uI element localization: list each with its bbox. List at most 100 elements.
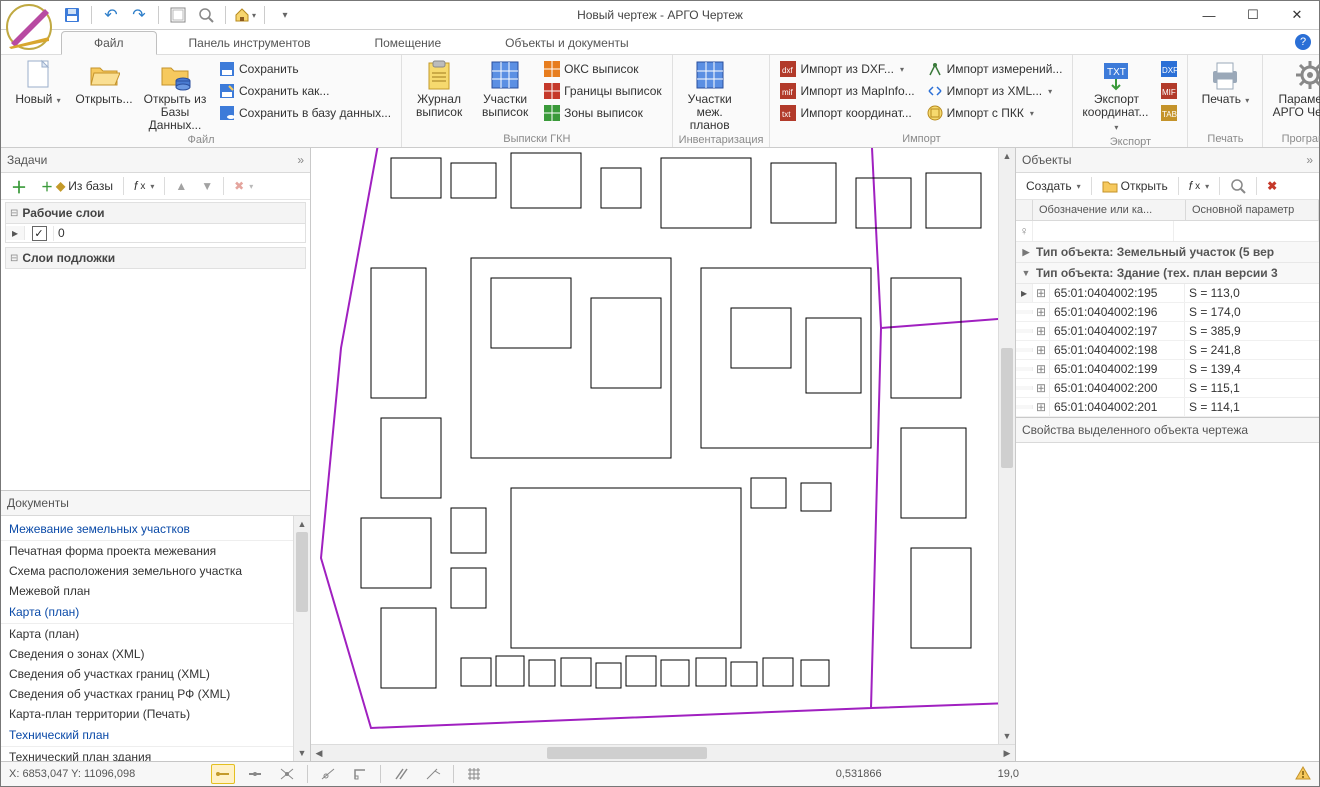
import-dxf-button[interactable]: dxfИмпорт из DXF...▾ (776, 59, 918, 79)
undo-icon[interactable]: ↶ (100, 4, 122, 26)
import-measure-button[interactable]: Импорт измерений... (923, 59, 1067, 79)
print-button[interactable]: Печать ▾ (1194, 57, 1256, 107)
qat-customize-icon[interactable]: ▾ (273, 4, 295, 26)
doclist-scrollbar[interactable]: ▲▼ (293, 516, 310, 761)
find-button[interactable] (1226, 176, 1250, 196)
canvas-hscroll[interactable]: ◀▶ (311, 744, 1015, 761)
redo-icon[interactable]: ↷ (128, 4, 150, 26)
doc-borders-rf-xml[interactable]: Сведения об участках границ РФ (XML) (1, 684, 310, 704)
create-object-button[interactable]: Создать ▾ (1022, 177, 1085, 195)
object-group-2[interactable]: ▼Тип объекта: Здание (тех. план версии 3 (1016, 263, 1319, 284)
ribbon-tabs: Файл Панель инструментов Помещение Объек… (1, 30, 1319, 55)
snap-perpendicular-icon[interactable] (348, 764, 372, 784)
layer-row-0[interactable]: ▸ ✓ 0 (5, 224, 306, 243)
export-dxf-button[interactable]: DXF (1157, 59, 1181, 79)
pin-icon[interactable]: » (1306, 153, 1313, 167)
warning-icon[interactable] (1295, 765, 1311, 784)
move-up-button[interactable]: ▲ (171, 177, 191, 195)
svg-text:TAB: TAB (1162, 110, 1177, 119)
journal-button[interactable]: Журнал выписок (408, 57, 470, 119)
object-row[interactable]: ▸⊞65:01:0404002:195S = 113,0 (1016, 284, 1319, 303)
snap-nearest-icon[interactable] (316, 764, 340, 784)
zoom-extents-icon[interactable] (167, 4, 189, 26)
delete-layer-button[interactable]: ✖ ▾ (230, 177, 257, 195)
delete-object-button[interactable]: ✖ (1263, 177, 1281, 195)
col-designation[interactable]: Обозначение или ка... (1033, 200, 1186, 220)
pin-icon[interactable]: » (297, 153, 304, 167)
tab-objects-docs[interactable]: Объекты и документы (473, 32, 660, 54)
app-icon[interactable] (5, 3, 53, 51)
object-row[interactable]: ⊞65:01:0404002:198S = 241,8 (1016, 341, 1319, 360)
object-row[interactable]: ⊞65:01:0404002:197S = 385,9 (1016, 322, 1319, 341)
move-down-button[interactable]: ▼ (197, 177, 217, 195)
oks-button[interactable]: ОКС выписок (540, 59, 666, 79)
snap-midpoint-icon[interactable] (243, 764, 267, 784)
doc-tech-building[interactable]: Технический план здания (1, 747, 310, 761)
snap-tangent-icon[interactable] (421, 764, 445, 784)
doc-map-territory[interactable]: Карта-план территории (Печать) (1, 704, 310, 724)
work-layers-header[interactable]: Рабочие слои (5, 202, 306, 224)
tab-file[interactable]: Файл (61, 31, 157, 55)
save-db-button[interactable]: Сохранить в базу данных... (215, 103, 395, 123)
fx-button[interactable]: fx ▾ (130, 177, 158, 195)
help-icon[interactable]: ? (1295, 34, 1311, 50)
maximize-button[interactable]: ☐ (1231, 2, 1275, 28)
zoom-window-icon[interactable] (195, 4, 217, 26)
fx-button-right[interactable]: fx ▾ (1185, 177, 1213, 195)
snap-grid-icon[interactable] (462, 764, 486, 784)
settings-button[interactable]: Параметры АРГО Чертеж (1269, 57, 1320, 119)
object-row[interactable]: ⊞65:01:0404002:200S = 115,1 (1016, 379, 1319, 398)
col-param[interactable]: Основной параметр (1186, 200, 1319, 220)
open-db-button[interactable]: Открыть из Базы Данных... (139, 57, 211, 132)
doc-zones-xml[interactable]: Сведения о зонах (XML) (1, 644, 310, 664)
filter-col2[interactable] (1174, 221, 1319, 241)
zones-button[interactable]: Зоны выписок (540, 103, 666, 123)
snap-endpoint-icon[interactable] (211, 764, 235, 784)
bg-layers-header[interactable]: Слои подложки (5, 247, 306, 269)
filter-icon[interactable]: ♀ (1016, 221, 1033, 241)
qat-save-icon[interactable] (61, 4, 83, 26)
drawing-canvas[interactable]: ▲▼ (311, 148, 1015, 744)
from-db-button[interactable]: ＋◆ Из базы (37, 176, 117, 197)
close-button[interactable]: ✕ (1275, 2, 1319, 28)
save-button[interactable]: Сохранить (215, 59, 395, 79)
doc-mej-plan[interactable]: Межевой план (1, 581, 310, 601)
doc-map-plan[interactable]: Карта (план) (1, 624, 310, 644)
tab-tools-panel[interactable]: Панель инструментов (157, 32, 343, 54)
ribbon-group-file: Новый ▾ Открыть... Открыть из Базы Данны… (1, 55, 402, 147)
ribbon-group-print: Печать ▾ Печать (1188, 55, 1263, 147)
documents-list: Межевание земельных участков Печатная фо… (1, 516, 310, 761)
import-coords-button[interactable]: txtИмпорт координат... (776, 103, 918, 123)
svg-text:DXF: DXF (1162, 66, 1177, 75)
tab-room[interactable]: Помещение (343, 32, 474, 54)
object-row[interactable]: ⊞65:01:0404002:199S = 139,4 (1016, 360, 1319, 379)
new-button[interactable]: Новый ▾ (7, 57, 69, 107)
layer-visible-checkbox[interactable]: ✓ (32, 226, 47, 241)
open-button[interactable]: Открыть... (73, 57, 135, 106)
filter-col1[interactable] (1033, 221, 1174, 241)
snap-parallel-icon[interactable] (389, 764, 413, 784)
import-xml-button[interactable]: Импорт из XML...▾ (923, 81, 1067, 101)
import-pkk-button[interactable]: Импорт с ПКК▾ (923, 103, 1067, 123)
doc-borders-xml[interactable]: Сведения об участках границ (XML) (1, 664, 310, 684)
export-coords-button[interactable]: TXT Экспорт координат... ▾ (1079, 57, 1153, 134)
object-group-1[interactable]: ▶Тип объекта: Земельный участок (5 вер (1016, 242, 1319, 263)
canvas-vscroll[interactable]: ▲▼ (998, 148, 1015, 744)
minimize-button[interactable]: — (1187, 2, 1231, 28)
grid-orange-icon (544, 61, 560, 77)
import-mapinfo-button[interactable]: mifИмпорт из MapInfo... (776, 81, 918, 101)
export-mif-button[interactable]: MIF (1157, 81, 1181, 101)
save-as-button[interactable]: Сохранить как... (215, 81, 395, 101)
object-row[interactable]: ⊞65:01:0404002:196S = 174,0 (1016, 303, 1319, 322)
export-tab-button[interactable]: TAB (1157, 103, 1181, 123)
parcels-button[interactable]: Участки выписок (474, 57, 536, 119)
snap-intersection-icon[interactable] (275, 764, 299, 784)
doc-print-form[interactable]: Печатная форма проекта межевания (1, 541, 310, 561)
add-layer-button[interactable]: ＋ (7, 172, 31, 200)
home-icon[interactable]: ▾ (234, 4, 256, 26)
borders-button[interactable]: Границы выписок (540, 81, 666, 101)
object-row[interactable]: ⊞65:01:0404002:201S = 114,1 (1016, 398, 1319, 417)
doc-scheme[interactable]: Схема расположения земельного участка (1, 561, 310, 581)
open-object-button[interactable]: Открыть (1098, 176, 1172, 196)
mej-parcels-button[interactable]: Участки меж. планов (679, 57, 741, 132)
